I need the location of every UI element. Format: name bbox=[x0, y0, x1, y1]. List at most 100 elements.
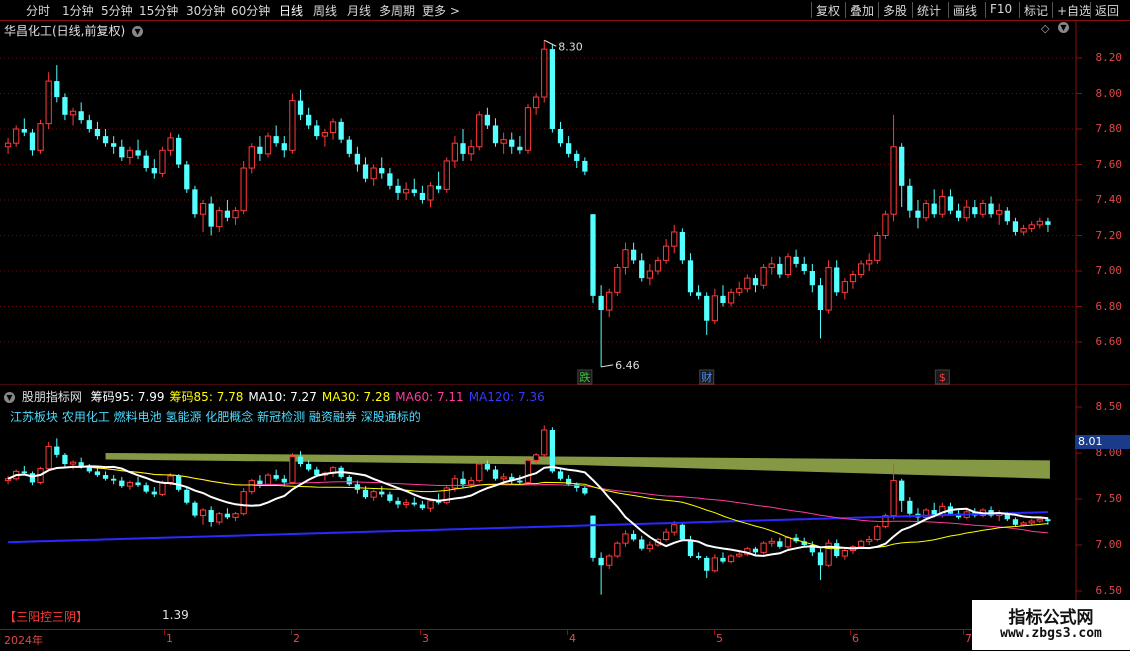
indicator-candle bbox=[379, 486, 385, 498]
tool-button-5[interactable]: F10 bbox=[990, 2, 1012, 16]
indicator-candle bbox=[817, 548, 824, 580]
period-tab-3[interactable]: 15分钟 bbox=[139, 2, 178, 19]
high-marker-line bbox=[544, 39, 557, 47]
indicator-candle bbox=[874, 524, 881, 542]
price-tick-label: 6.80 bbox=[1095, 299, 1123, 313]
period-tab-2[interactable]: 5分钟 bbox=[101, 2, 133, 19]
price-candle bbox=[541, 40, 548, 103]
indicator-tick-label: 8.50 bbox=[1095, 400, 1123, 413]
current-price-box: 8.01 bbox=[1075, 435, 1130, 449]
tool-button-3[interactable]: 统计 bbox=[917, 2, 941, 19]
indicator-candle bbox=[435, 493, 442, 505]
price-candle bbox=[671, 224, 678, 254]
month-label: 6 bbox=[852, 632, 859, 645]
year-label: 2024年 bbox=[4, 634, 43, 647]
indicator-candle bbox=[565, 475, 572, 487]
price-candle bbox=[135, 139, 141, 160]
price-candle bbox=[565, 136, 572, 158]
price-candle bbox=[45, 72, 52, 129]
price-candle bbox=[460, 129, 466, 161]
price-candle bbox=[329, 118, 337, 140]
price-candle bbox=[654, 256, 662, 275]
indicator-candle bbox=[29, 471, 36, 486]
price-candle bbox=[1036, 217, 1043, 229]
price-candle bbox=[915, 200, 921, 229]
price-candle bbox=[54, 65, 60, 103]
indicator-candle bbox=[102, 471, 109, 481]
footer-indicator-name[interactable]: 【三阳控三阴】 bbox=[4, 608, 88, 625]
tool-button-1[interactable]: 叠加 bbox=[850, 2, 874, 19]
indicator-candle bbox=[866, 535, 873, 545]
price-candle bbox=[687, 253, 694, 296]
indicator-candle bbox=[248, 478, 255, 495]
period-tab-10[interactable]: 更多 > bbox=[422, 2, 460, 19]
indicator-candle bbox=[224, 508, 231, 520]
period-tab-4[interactable]: 30分钟 bbox=[186, 2, 225, 19]
indicator-candle bbox=[329, 465, 337, 477]
price-candle bbox=[94, 121, 101, 140]
indicator-candle bbox=[662, 528, 670, 542]
indicator-candle bbox=[411, 497, 417, 507]
indicator-candle bbox=[630, 530, 637, 542]
month-tick bbox=[291, 630, 292, 635]
period-tab-0[interactable]: 分时 bbox=[26, 2, 50, 19]
price-candle bbox=[29, 129, 36, 156]
period-tab-5[interactable]: 60分钟 bbox=[231, 2, 270, 19]
price-candle bbox=[1012, 217, 1019, 236]
period-toolbar: 分时 1分钟 5分钟 15分钟 30分钟 60分钟 日线 周线 月线 多周期 更多 > 复权 叠加 多股统… bbox=[0, 0, 1130, 21]
indicator-candle bbox=[54, 438, 60, 458]
indicator-candle bbox=[606, 554, 613, 569]
price-candle bbox=[467, 139, 475, 161]
watermark-logo: 指标公式网 www.zbgs3.com bbox=[972, 600, 1130, 650]
indicator-candle bbox=[119, 476, 125, 488]
period-tab-8[interactable]: 月线 bbox=[347, 2, 371, 19]
price-tick-label: 7.60 bbox=[1095, 157, 1123, 171]
price-candle bbox=[13, 125, 20, 147]
indicator-candle bbox=[192, 500, 198, 518]
indicator-candle bbox=[687, 535, 694, 558]
tool-button-7[interactable]: +自选 bbox=[1057, 2, 1091, 19]
price-candle bbox=[78, 102, 84, 124]
indicator-candle bbox=[1012, 517, 1019, 527]
indicator-candle bbox=[695, 552, 702, 560]
price-tick-label: 8.20 bbox=[1095, 51, 1123, 64]
tool-button-8[interactable]: 返回 bbox=[1095, 2, 1119, 19]
price-candle bbox=[524, 104, 532, 154]
price-candle bbox=[630, 242, 637, 264]
event-tag-text: 财 bbox=[701, 370, 712, 384]
month-label: 7 bbox=[965, 632, 972, 645]
price-candle bbox=[21, 118, 27, 137]
price-candle bbox=[825, 260, 832, 314]
indicator-candle bbox=[199, 508, 207, 525]
tool-button-4[interactable]: 画线 bbox=[953, 2, 977, 19]
price-candle bbox=[102, 129, 109, 147]
price-candle bbox=[736, 281, 743, 296]
candlestick-chart[interactable]: 8.30 6.46 跌 财 $ bbox=[0, 20, 1130, 385]
tool-button-2[interactable]: 多股 bbox=[883, 2, 907, 19]
month-tick bbox=[567, 630, 568, 635]
indicator-tick-label: 6.50 bbox=[1095, 584, 1123, 597]
period-tab-1[interactable]: 1分钟 bbox=[62, 2, 94, 19]
price-candle bbox=[476, 111, 483, 151]
toolbar-separator bbox=[878, 2, 879, 18]
price-candle bbox=[841, 278, 848, 300]
chip-indicator-chart[interactable] bbox=[0, 386, 1130, 626]
period-tab-9[interactable]: 多周期 bbox=[379, 2, 415, 19]
tool-button-0[interactable]: 复权 bbox=[816, 2, 840, 19]
price-candle bbox=[752, 274, 759, 293]
indicator-candle bbox=[151, 487, 157, 498]
indicator-candle bbox=[996, 510, 1003, 522]
price-candle bbox=[598, 285, 604, 367]
indicator-tick-label: 7.00 bbox=[1095, 538, 1123, 551]
price-candle bbox=[1045, 217, 1051, 232]
period-tab-6[interactable]: 日线 bbox=[279, 2, 303, 19]
price-candle bbox=[834, 260, 840, 296]
indicator-candle bbox=[69, 460, 77, 470]
price-candle bbox=[159, 146, 166, 177]
price-candle bbox=[184, 160, 190, 193]
tool-button-6[interactable]: 标记 bbox=[1024, 2, 1048, 19]
indicator-candle bbox=[614, 541, 621, 558]
month-label: 1 bbox=[166, 632, 173, 645]
indicator-candle bbox=[297, 451, 304, 467]
period-tab-7[interactable]: 周线 bbox=[313, 2, 337, 19]
